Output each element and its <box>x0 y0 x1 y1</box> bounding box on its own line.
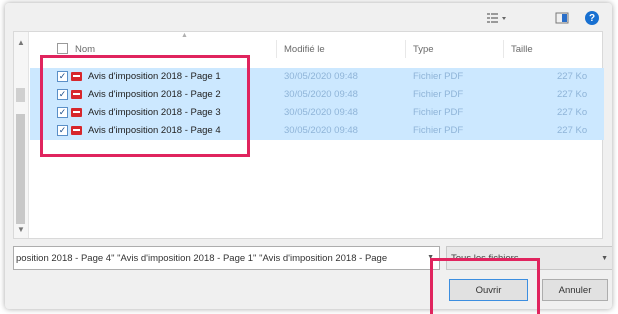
scroll-up-icon[interactable]: ▲ <box>17 38 25 47</box>
scroll-thumb[interactable] <box>16 114 25 224</box>
column-separator[interactable] <box>405 40 406 58</box>
file-modified: 30/05/2020 09:48 <box>284 107 358 118</box>
column-modified[interactable]: Modifié le <box>284 44 325 55</box>
file-modified: 30/05/2020 09:48 <box>284 89 358 100</box>
cancel-button[interactable]: Annuler <box>542 279 608 301</box>
file-modified: 30/05/2020 09:48 <box>284 125 358 136</box>
file-size: 227 Ko <box>557 125 588 136</box>
file-size: 227 Ko <box>557 107 588 118</box>
file-type: Fichier PDF <box>413 125 464 136</box>
file-type: Fichier PDF <box>413 89 464 100</box>
vertical-scrollbar[interactable]: ▲ ▼ <box>14 32 29 238</box>
file-modified: 30/05/2020 09:48 <box>284 71 358 82</box>
file-type: Fichier PDF <box>413 107 464 118</box>
preview-pane-icon[interactable] <box>554 11 570 25</box>
chevron-down-icon[interactable]: ▼ <box>601 255 608 262</box>
filename-input[interactable] <box>14 247 439 269</box>
column-separator[interactable] <box>276 40 277 58</box>
column-type[interactable]: Type <box>413 44 434 55</box>
filename-field[interactable]: ▼ <box>13 246 440 270</box>
select-all-checkbox[interactable] <box>57 43 68 54</box>
open-button-highlight <box>430 258 540 314</box>
column-name[interactable]: Nom <box>75 44 95 55</box>
scroll-down-icon[interactable]: ▼ <box>17 225 25 234</box>
file-size: 227 Ko <box>557 71 588 82</box>
file-type: Fichier PDF <box>413 71 464 82</box>
scroll-track-mark <box>16 88 25 102</box>
column-separator[interactable] <box>503 40 504 58</box>
view-menu-icon[interactable] <box>485 11 509 25</box>
selected-files-highlight <box>40 55 250 157</box>
sort-ascending-icon: ▲ <box>181 32 188 39</box>
toolbar: ? <box>5 3 612 31</box>
column-size[interactable]: Taille <box>511 44 533 55</box>
file-size: 227 Ko <box>557 89 588 100</box>
help-icon[interactable]: ? <box>585 11 599 25</box>
